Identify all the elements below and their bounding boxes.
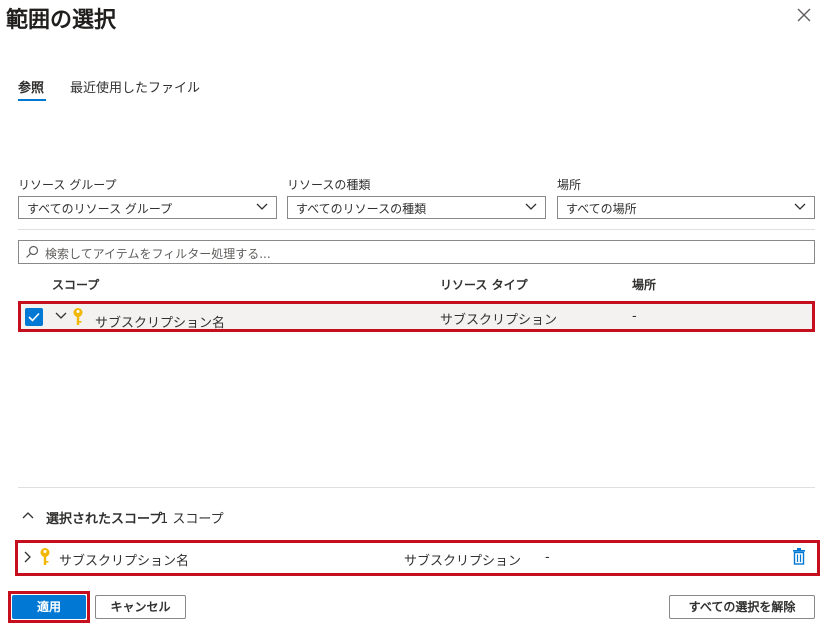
row-resource-type: サブスクリプション <box>440 313 558 328</box>
selected-scope-type: サブスクリプション <box>404 554 522 569</box>
apply-button[interactable]: 適用 <box>12 595 86 619</box>
chevron-down-icon <box>794 203 806 210</box>
divider <box>18 229 815 230</box>
dialog-title: 範囲の選択 <box>6 8 117 33</box>
selected-scopes-title: 選択されたスコープ <box>46 512 163 527</box>
checkmark-icon <box>28 312 40 322</box>
collapse-chevron-up-icon[interactable] <box>22 511 34 521</box>
clear-selection-button[interactable]: すべての選択を解除 <box>669 595 815 619</box>
filter-label-location: 場所 <box>557 178 582 192</box>
location-value: すべての場所 <box>566 202 637 216</box>
filter-label-resource-type: リソースの種類 <box>287 178 371 192</box>
resource-group-value: すべてのリソース グループ <box>27 202 173 216</box>
search-input[interactable]: 検索してアイテムをフィルター処理する... <box>18 240 815 264</box>
column-header-resource-type[interactable]: リソース タイプ <box>440 276 528 293</box>
chevron-down-icon <box>525 203 537 210</box>
key-icon <box>73 308 83 325</box>
search-placeholder: 検索してアイテムをフィルター処理する... <box>45 247 271 261</box>
tab-active-indicator <box>18 99 46 101</box>
tab-browse[interactable]: 参照 <box>18 77 44 96</box>
close-icon[interactable] <box>795 6 813 24</box>
tab-recent[interactable]: 最近使用したファイル <box>70 77 200 96</box>
search-icon <box>26 245 39 258</box>
cancel-button[interactable]: キャンセル <box>95 595 186 619</box>
location-dropdown[interactable]: すべての場所 <box>557 196 815 219</box>
column-header-location[interactable]: 場所 <box>632 276 656 293</box>
key-icon <box>40 548 50 565</box>
expand-chevron-right-icon[interactable] <box>23 551 33 563</box>
row-location: - <box>632 309 637 324</box>
divider <box>18 487 815 488</box>
expand-chevron-down-icon[interactable] <box>55 311 67 321</box>
column-header-scope[interactable]: スコープ <box>52 276 99 293</box>
selected-scope-name: サブスクリプション名 <box>59 554 190 569</box>
resource-type-dropdown[interactable]: すべてのリソースの種類 <box>287 196 546 219</box>
resource-group-dropdown[interactable]: すべてのリソース グループ <box>18 196 277 219</box>
row-scope-name: サブスクリプション名 <box>95 316 226 331</box>
resource-type-value: すべてのリソースの種類 <box>296 202 427 216</box>
selected-scopes-count: 1 スコープ <box>160 512 224 527</box>
row-checkbox[interactable] <box>25 308 43 326</box>
selected-scope-location: - <box>545 550 550 565</box>
filter-label-resource-group: リソース グループ <box>18 178 117 192</box>
chevron-down-icon <box>256 203 268 210</box>
trash-icon[interactable] <box>792 548 806 565</box>
